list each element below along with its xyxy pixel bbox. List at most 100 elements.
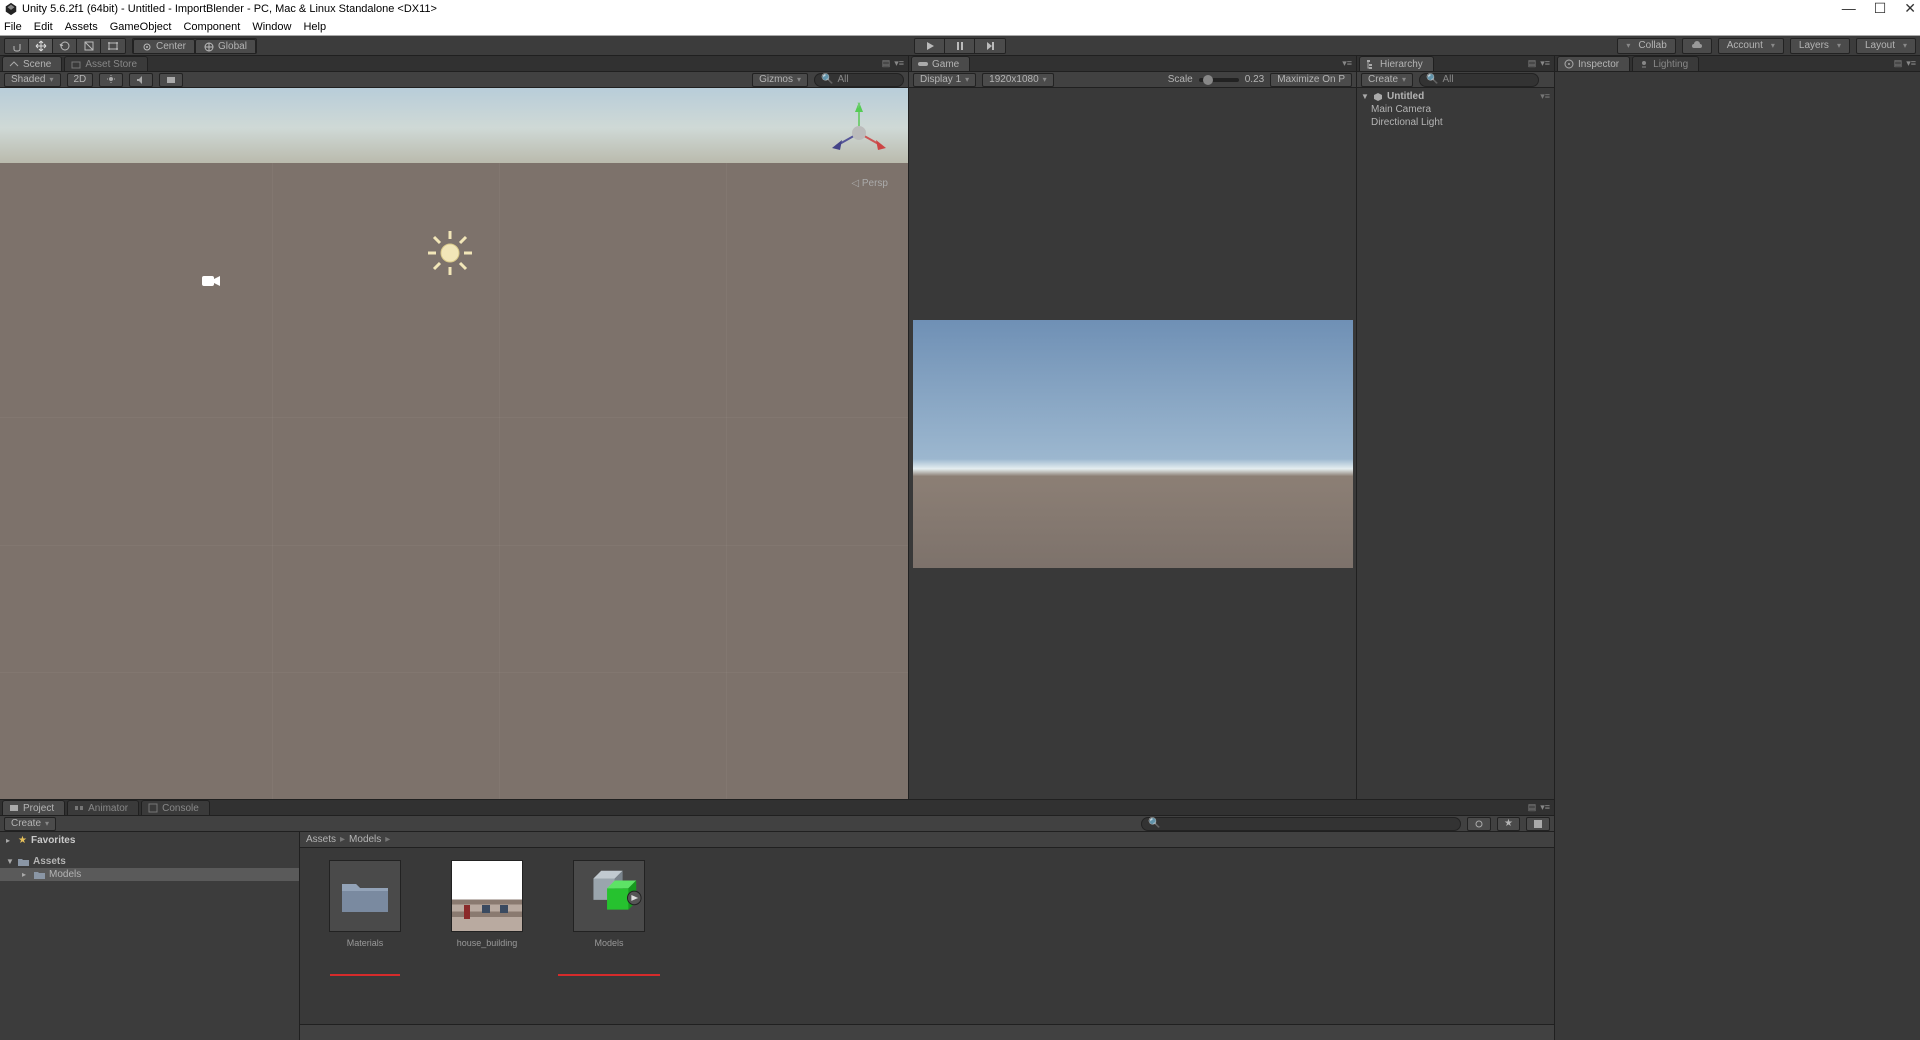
filter-by-label[interactable]: ★ [1497,817,1520,831]
inspector-body [1555,72,1920,1040]
pivot-global[interactable]: Global [195,39,256,54]
scale-value: 0.23 [1245,74,1264,85]
orientation-gizmo[interactable]: y [824,98,894,168]
move-tool[interactable] [29,39,53,53]
inspector-options-icon[interactable]: ▾≡ [1906,58,1916,69]
minimize-button[interactable]: — [1842,0,1856,17]
rect-icon [107,40,119,52]
toggle-lighting[interactable] [99,73,123,87]
menu-component[interactable]: Component [183,21,240,33]
project-lock-icon[interactable]: ▤ [1528,802,1537,813]
hierarchy-item-camera[interactable]: Main Camera [1357,103,1554,116]
scene-lock-icon[interactable]: ▤ [882,58,891,69]
hand-tool[interactable] [5,39,29,53]
project-search[interactable]: 🔍 [1141,817,1461,831]
hierarchy-scene-root[interactable]: ▼Untitled▾≡ [1357,90,1554,103]
toggle-2d[interactable]: 2D [67,73,94,87]
folder-icon [18,857,29,867]
scene-search[interactable]: 🔍All [814,73,904,87]
maximize-toggle[interactable]: Maximize On P [1270,73,1352,87]
display-dropdown[interactable]: Display 1 [913,73,976,87]
rect-tool[interactable] [101,39,125,53]
asset-models-prefab[interactable]: Models [564,860,654,948]
hierarchy-search[interactable]: 🔍All [1419,73,1539,87]
window-title: Unity 5.6.2f1 (64bit) - Untitled - Impor… [22,3,437,15]
hier-lock-icon[interactable]: ▤ [1528,58,1537,69]
hierarchy-tabrow: Hierarchy ▤▾≡ [1357,56,1554,72]
camera-gizmo[interactable] [200,273,222,289]
tab-inspector[interactable]: Inspector [1557,56,1630,71]
tree-assets[interactable]: ▼Assets [0,855,299,868]
game-subbar: Display 1 1920x1080 Scale 0.23 Maximize … [909,72,1356,88]
tree-favorites[interactable]: ▸★Favorites [0,834,299,847]
tab-scene[interactable]: Scene [2,56,62,71]
toggle-fx[interactable] [159,73,183,87]
inspector-lock-icon[interactable]: ▤ [1894,58,1903,69]
tab-animator[interactable]: Animator [67,800,139,815]
play-icon [925,41,935,51]
asset-house-building[interactable]: house_building [442,860,532,948]
tab-asset-store[interactable]: Asset Store [64,56,148,71]
asset-materials-folder[interactable]: Materials [320,860,410,948]
menu-gameobject[interactable]: GameObject [110,21,172,33]
toggle-audio[interactable] [129,73,153,87]
pivot-group: Center Global [132,38,257,54]
collab-dropdown[interactable]: Collab [1617,38,1675,54]
maximize-button[interactable]: ☐ [1874,0,1887,17]
move-icon [35,40,47,52]
gizmos-dropdown[interactable]: Gizmos [752,73,808,87]
scale-slider[interactable] [1199,78,1239,82]
tab-console[interactable]: Console [141,800,210,815]
window-titlebar: Unity 5.6.2f1 (64bit) - Untitled - Impor… [0,0,1920,18]
scale-tool[interactable] [77,39,101,53]
cloud-button[interactable] [1682,38,1712,54]
shading-mode[interactable]: Shaded [4,73,61,87]
save-search[interactable] [1526,817,1550,831]
project-create[interactable]: Create [4,817,56,831]
hierarchy-create[interactable]: Create [1361,73,1413,87]
tab-game[interactable]: Game [911,56,970,71]
hierarchy-item-light[interactable]: Directional Light [1357,116,1554,129]
pivot-center[interactable]: Center [133,39,195,54]
scene-options-icon[interactable]: ▾≡ [894,58,904,69]
console-icon [148,803,158,813]
project-footer [300,1024,1554,1040]
step-button[interactable] [975,39,1005,53]
tab-project[interactable]: Project [2,800,65,815]
persp-label[interactable]: ◁ Persp [851,178,888,189]
scene-icon [9,59,19,69]
layout-dropdown[interactable]: Layout [1856,38,1916,54]
rotate-tool[interactable] [53,39,77,53]
project-options-icon[interactable]: ▾≡ [1540,802,1550,813]
hierarchy-icon [1366,59,1376,69]
play-button[interactable] [915,39,945,53]
scene-viewport[interactable]: y ◁ Persp [0,88,908,799]
game-options-icon[interactable]: ▾≡ [1342,58,1352,69]
menu-file[interactable]: File [4,21,22,33]
project-tabrow: Project Animator Console ▤▾≡ [0,800,1554,816]
tab-hierarchy[interactable]: Hierarchy [1359,56,1434,71]
crumb-models[interactable]: Models [349,834,381,845]
close-button[interactable]: ✕ [1904,0,1916,17]
filter-by-type[interactable] [1467,817,1491,831]
pause-button[interactable] [945,39,975,53]
folder-icon [340,876,390,916]
step-icon [985,41,995,51]
tab-lighting[interactable]: Lighting [1632,56,1699,71]
layers-dropdown[interactable]: Layers [1790,38,1850,54]
menu-help[interactable]: Help [303,21,326,33]
svg-text:y: y [858,102,861,108]
directional-light-gizmo[interactable] [425,228,475,278]
game-viewport[interactable] [909,88,1356,799]
hier-options-icon[interactable]: ▾≡ [1540,58,1550,69]
resolution-dropdown[interactable]: 1920x1080 [982,73,1054,87]
account-dropdown[interactable]: Account [1718,38,1784,54]
menu-window[interactable]: Window [252,21,291,33]
menu-assets[interactable]: Assets [65,21,98,33]
menu-edit[interactable]: Edit [34,21,53,33]
crumb-assets[interactable]: Assets [306,834,336,845]
audio-icon [136,75,146,85]
tree-models[interactable]: ▸Models [0,868,299,881]
fx-icon [166,75,176,85]
unity-logo-icon [4,2,18,16]
